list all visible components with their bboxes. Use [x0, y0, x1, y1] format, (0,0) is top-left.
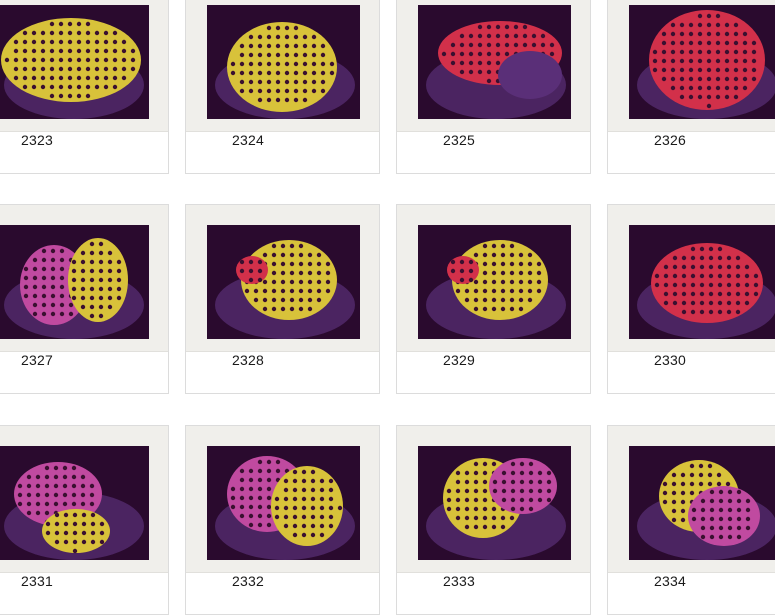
red-polyps-image [629, 5, 775, 119]
item-number-label[interactable]: 2331 [21, 573, 53, 589]
gallery-card[interactable]: 2328 [185, 204, 380, 394]
gallery-card[interactable]: 2330 [607, 204, 775, 394]
item-number-label[interactable]: 2325 [443, 132, 475, 148]
coral-photo[interactable] [418, 225, 571, 339]
item-number-label[interactable]: 2330 [654, 352, 686, 368]
coral-photo[interactable] [0, 5, 149, 119]
mixed-polyps-image [207, 446, 360, 560]
item-number-label[interactable]: 2329 [443, 352, 475, 368]
coral-photo[interactable] [207, 446, 360, 560]
mixed-polyps-image [629, 446, 775, 560]
gallery-card[interactable]: 2323 [0, 0, 169, 174]
item-number-label[interactable]: 2323 [21, 132, 53, 148]
coral-photo[interactable] [629, 225, 775, 339]
coral-photo[interactable] [0, 225, 149, 339]
mixed-polyps-image [207, 225, 360, 339]
coral-photo[interactable] [207, 225, 360, 339]
red-polyps-image [418, 5, 571, 119]
yellow-polyps-image [0, 5, 149, 119]
mixed-polyps-image [0, 225, 149, 339]
coral-photo[interactable] [418, 5, 571, 119]
gallery-card[interactable]: 2331 [0, 425, 169, 615]
gallery-card[interactable]: 2327 [0, 204, 169, 394]
gallery-card[interactable]: 2326 [607, 0, 775, 174]
gallery-card[interactable]: 2329 [396, 204, 591, 394]
coral-photo[interactable] [418, 446, 571, 560]
item-number-label[interactable]: 2334 [654, 573, 686, 589]
item-number-label[interactable]: 2327 [21, 352, 53, 368]
mixed-polyps-image [418, 225, 571, 339]
gallery-card[interactable]: 2332 [185, 425, 380, 615]
mixed-polyps-image [418, 446, 571, 560]
red-polyps-image [629, 225, 775, 339]
gallery-card[interactable]: 2324 [185, 0, 380, 174]
coral-photo[interactable] [629, 446, 775, 560]
coral-photo[interactable] [0, 446, 149, 560]
item-number-label[interactable]: 2324 [232, 132, 264, 148]
gallery-card[interactable]: 2333 [396, 425, 591, 615]
coral-photo[interactable] [629, 5, 775, 119]
yellow-polyps-image [207, 5, 360, 119]
gallery-card[interactable]: 2334 [607, 425, 775, 615]
item-number-label[interactable]: 2326 [654, 132, 686, 148]
item-number-label[interactable]: 2328 [232, 352, 264, 368]
coral-photo[interactable] [207, 5, 360, 119]
gallery-card[interactable]: 2325 [396, 0, 591, 174]
item-number-label[interactable]: 2333 [443, 573, 475, 589]
mixed-polyps-image [0, 446, 149, 560]
item-number-label[interactable]: 2332 [232, 573, 264, 589]
